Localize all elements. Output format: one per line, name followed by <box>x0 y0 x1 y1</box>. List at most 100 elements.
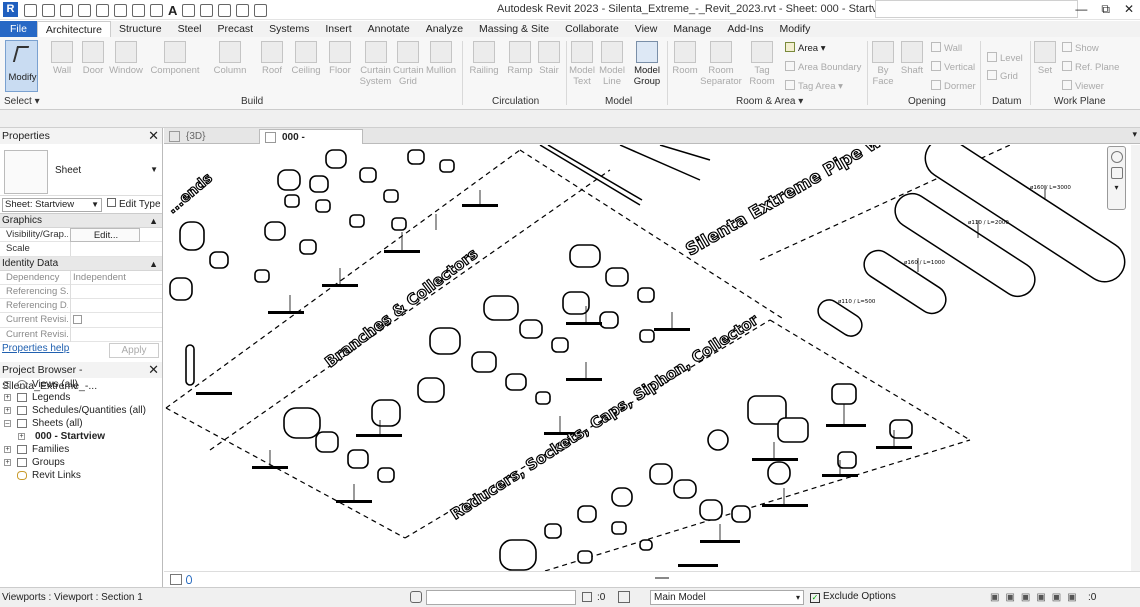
expand-icon[interactable]: + <box>4 381 11 389</box>
tab-annotate[interactable]: Annotate <box>360 21 418 37</box>
properties-help-link[interactable]: Properties help <box>2 343 69 354</box>
save-icon[interactable] <box>42 3 55 17</box>
selection-toggles[interactable]: ▣▣▣▣▣▣ <box>990 592 1083 603</box>
tree-node-startview[interactable]: +000 - Startview <box>0 430 162 443</box>
chevron-down-icon[interactable]: ▾ <box>1108 183 1125 195</box>
tab-precast[interactable]: Precast <box>210 21 262 37</box>
instance-selector[interactable]: Sheet: Startview ▼ <box>2 198 102 212</box>
tab-add-ins[interactable]: Add-Ins <box>719 21 771 37</box>
measure-icon[interactable] <box>114 3 127 17</box>
revit-logo[interactable]: R <box>3 2 18 17</box>
column-button[interactable]: Column <box>212 41 248 76</box>
viewer-button[interactable]: Viewer <box>1062 80 1104 92</box>
thin-lines-icon[interactable] <box>218 3 232 17</box>
tab-analyze[interactable]: Analyze <box>418 21 471 37</box>
floor-button[interactable]: Floor <box>327 41 353 76</box>
curtain-system-button[interactable]: Curtain System <box>359 41 392 87</box>
vertical-opening-button[interactable]: Vertical <box>931 61 975 73</box>
door-button[interactable]: Door <box>80 41 106 76</box>
close-hidden-icon[interactable] <box>236 3 250 17</box>
model-line-button[interactable]: Model Line <box>598 41 626 87</box>
design-option-select[interactable]: Main Model ▾ <box>650 590 804 605</box>
graphics-section[interactable]: Graphics ▲ <box>0 214 162 228</box>
roof-button[interactable]: Roof <box>258 41 286 76</box>
tab-3d-view[interactable]: {3D} <box>164 129 258 144</box>
tab-systems[interactable]: Systems <box>261 21 317 37</box>
expand-icon[interactable]: + <box>18 433 25 441</box>
expand-icon[interactable]: + <box>4 407 11 415</box>
model-group-button[interactable]: Model Group <box>630 41 664 87</box>
steering-wheel-icon[interactable] <box>1110 151 1123 163</box>
pin-icon[interactable] <box>186 575 192 584</box>
minimize-icon[interactable]: — <box>1075 2 1087 17</box>
room-separator-button[interactable]: Room Separator <box>700 41 742 87</box>
group-label-room-area[interactable]: Room & Area ▾ <box>736 96 803 107</box>
model-text-button[interactable]: Model Text <box>568 41 596 87</box>
apply-button[interactable]: Apply <box>109 343 159 359</box>
tab-insert[interactable]: Insert <box>317 21 359 37</box>
tab-collaborate[interactable]: Collaborate <box>557 21 627 37</box>
tab-manage[interactable]: Manage <box>665 21 719 37</box>
window-button[interactable]: Window <box>108 41 144 76</box>
workset-input[interactable] <box>426 590 576 605</box>
group-label-select[interactable]: Select ▾ <box>4 96 40 107</box>
edit-visibility-button[interactable]: Edit... <box>70 228 140 242</box>
checkbox[interactable] <box>73 315 82 325</box>
search-input[interactable] <box>875 0 1078 18</box>
by-face-button[interactable]: By Face <box>871 41 895 87</box>
edit-type-button[interactable]: Edit Type <box>107 198 161 210</box>
close-icon[interactable]: ✕ <box>148 362 159 378</box>
horizontal-scrollbar[interactable] <box>655 577 669 579</box>
wall-button[interactable]: Wall <box>48 41 76 76</box>
expand-icon[interactable]: + <box>4 459 11 467</box>
exclude-options-toggle[interactable]: ✓ Exclude Options <box>810 591 896 603</box>
3d-view-icon[interactable] <box>182 3 196 17</box>
modify-button[interactable]: Modify <box>5 40 38 92</box>
sync-icon[interactable] <box>582 592 592 602</box>
tree-node-legends[interactable]: + Legends <box>0 391 162 404</box>
open-icon[interactable] <box>24 3 37 17</box>
switch-windows-icon[interactable] <box>254 3 268 17</box>
stair-button[interactable]: Stair <box>536 41 562 76</box>
wall-opening-button[interactable]: Wall <box>931 42 962 54</box>
area-button[interactable]: Area ▾ <box>785 42 826 54</box>
mullion-button[interactable]: Mullion <box>425 41 457 76</box>
redo-icon[interactable] <box>78 3 91 17</box>
expand-icon[interactable]: + <box>4 394 11 402</box>
curtain-grid-button[interactable]: Curtain Grid <box>393 41 424 87</box>
dimension-icon[interactable] <box>132 3 145 17</box>
tab-file[interactable]: File <box>0 21 37 37</box>
shaft-button[interactable]: Shaft <box>898 41 926 76</box>
type-selector[interactable]: Sheet ▼ <box>0 144 162 196</box>
design-options-icon[interactable] <box>618 591 630 603</box>
tag-area-button[interactable]: Tag Area ▾ <box>785 80 843 92</box>
show-workplane-button[interactable]: Show <box>1062 42 1099 54</box>
component-button[interactable]: Component <box>150 41 200 76</box>
worksets-icon[interactable] <box>410 591 422 603</box>
railing-button[interactable]: Railing <box>468 41 500 76</box>
chevron-down-icon[interactable]: ▼ <box>150 165 158 174</box>
identity-section[interactable]: Identity Data ▲ <box>0 256 162 271</box>
section-icon[interactable] <box>200 3 214 17</box>
close-icon[interactable]: ✕ <box>148 128 159 144</box>
set-workplane-button[interactable]: Set <box>1033 41 1057 76</box>
ramp-button[interactable]: Ramp <box>506 41 534 76</box>
dormer-button[interactable]: Dormer <box>931 80 976 92</box>
undo-icon[interactable] <box>60 3 73 17</box>
drawing-area[interactable]: ø110 / L=500 ø160 / L=1000 ø110 / L=2000… <box>164 145 1130 571</box>
print-icon[interactable] <box>96 3 109 17</box>
ceiling-button[interactable]: Ceiling <box>290 41 322 76</box>
expand-icon[interactable]: + <box>4 446 11 454</box>
tab-architecture[interactable]: Architecture <box>36 21 111 37</box>
tree-node-sheets[interactable]: – Sheets (all) <box>0 417 162 430</box>
tag-room-button[interactable]: Tag Room <box>748 41 776 87</box>
tree-node-schedules[interactable]: + Schedules/Quantities (all) <box>0 404 162 417</box>
restore-icon[interactable]: ⧉ <box>1101 2 1110 17</box>
level-button[interactable]: Level <box>987 52 1023 64</box>
text-icon[interactable]: A <box>168 4 177 17</box>
close-icon[interactable]: ✕ <box>1124 2 1134 17</box>
tree-node-views[interactable]: + Views (all) <box>0 378 162 391</box>
grid-button[interactable]: Grid <box>987 70 1018 82</box>
tab-startview[interactable]: 000 - Startview✕ <box>259 129 363 159</box>
tab-steel[interactable]: Steel <box>170 21 210 37</box>
